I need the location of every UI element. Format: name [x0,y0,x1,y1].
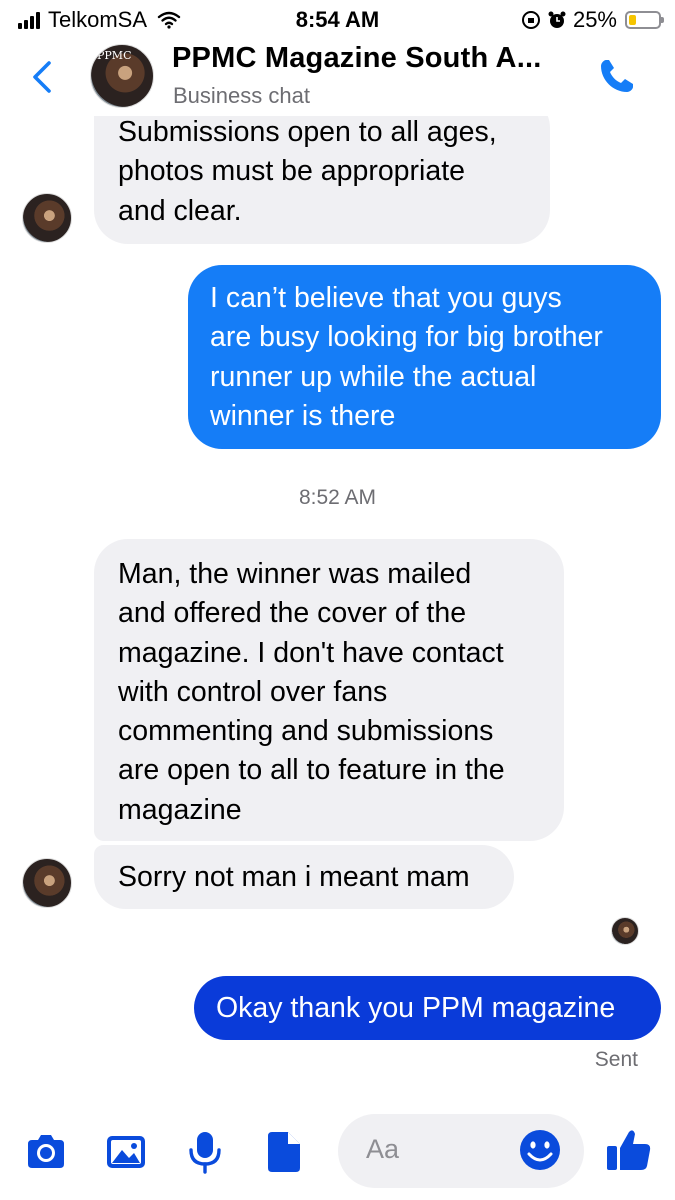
message-timestamp: 8:52 AM [298,486,377,509]
gallery-icon[interactable] [104,1130,148,1174]
emoji-icon[interactable] [518,1128,562,1172]
contact-subtitle: Business chat [173,83,310,108]
status-bar: TelkomSA 8:54 AM 25% [0,0,675,38]
battery-percent: 25% [572,7,617,32]
outgoing-message[interactable]: Okay thank you PPM magazine [194,976,661,1040]
message-composer: Aa [0,1100,675,1200]
back-chevron-icon[interactable] [30,60,54,94]
alarm-icon [548,11,566,28]
battery-icon [625,11,664,29]
incoming-message[interactable]: Sorry not man i meant mam [94,845,514,909]
incoming-message[interactable]: Man, the winner was mailed and offered t… [94,539,564,841]
battery-level-fill [629,15,636,25]
message-input-placeholder: Aa [366,1134,400,1164]
chat-header: PPMC PPMC Magazine South A... Business c… [0,38,675,116]
sender-avatar[interactable] [22,193,72,243]
thumbs-up-icon[interactable] [605,1126,653,1174]
status-indicators: 25% [521,7,664,33]
contact-avatar[interactable]: PPMC [90,44,154,108]
sticker-icon[interactable] [262,1130,306,1174]
contact-name[interactable]: PPMC Magazine South A... [172,42,541,75]
message-input[interactable]: Aa [338,1114,584,1188]
sender-avatar[interactable] [22,858,72,908]
incoming-message[interactable]: Submissions open to all ages, photos mus… [94,94,550,244]
messenger-chat-screen: TelkomSA 8:54 AM 25% PPMC PPMC Magazine … [0,0,675,1200]
read-receipt-avatar [611,917,639,945]
orientation-lock-icon [521,11,540,29]
camera-icon[interactable] [24,1130,68,1174]
microphone-icon[interactable] [183,1130,227,1174]
avatar-logo-text: PPMC [97,49,132,62]
delivery-status: Sent [594,1048,638,1071]
outgoing-message[interactable]: I can’t believe that you guys are busy l… [188,265,661,449]
phone-icon[interactable] [597,56,637,96]
